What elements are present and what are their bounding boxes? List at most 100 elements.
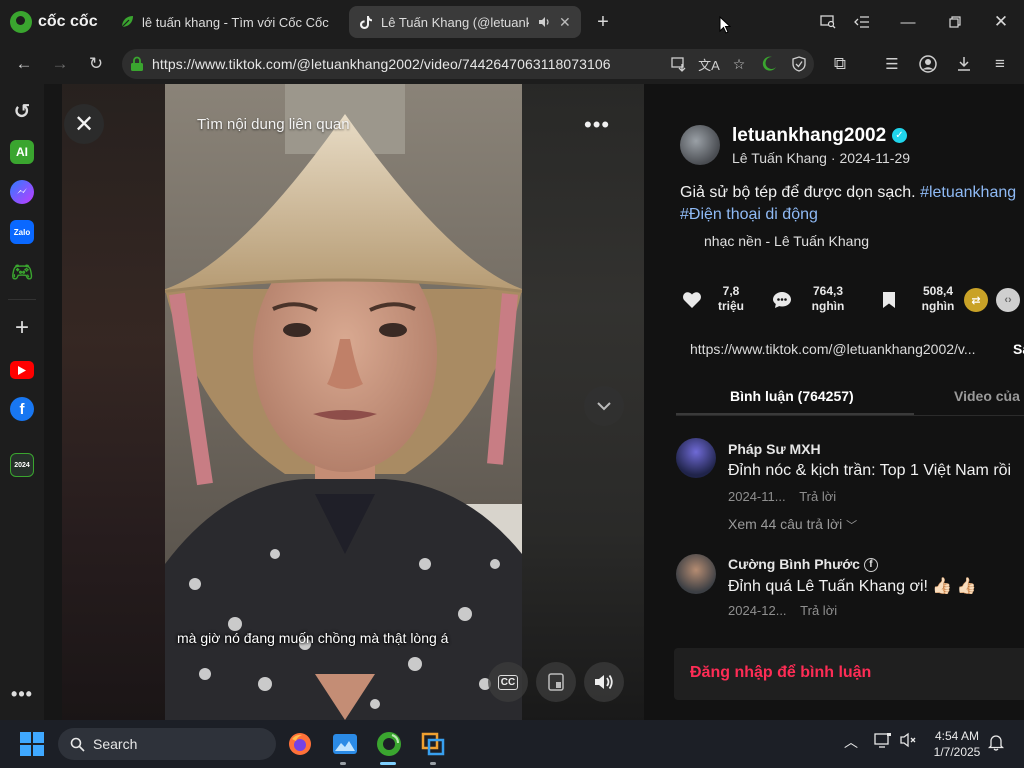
mouse-cursor-icon	[719, 16, 731, 34]
tab-list-button[interactable]	[848, 8, 876, 36]
search-icon	[68, 735, 86, 753]
remote-desktop-icon[interactable]	[419, 730, 447, 758]
chevron-down-icon: ﹀	[846, 520, 858, 532]
coccoc-2024-icon[interactable]: 2024	[10, 453, 34, 477]
author-display-name[interactable]: Lê Tuấn Khang	[732, 150, 827, 166]
ai-assistant-icon[interactable]: AI	[10, 140, 34, 164]
gamepad-icon[interactable]: 🎮︎	[10, 260, 34, 284]
captions-button[interactable]: CC	[488, 662, 528, 702]
tab-comments[interactable]: Bình luận (764257)	[730, 388, 854, 404]
show-hidden-icons-button[interactable]: ︿	[844, 732, 858, 752]
copy-link-button[interactable]: Sa	[1013, 341, 1024, 357]
author-username[interactable]: letuankhang2002	[732, 125, 886, 147]
view-replies-button[interactable]: Xem 44 câu trả lời ﹀	[728, 516, 857, 533]
profile-button[interactable]	[914, 50, 942, 78]
video-player[interactable]: Tìm nội dung liên quan mà giờ nó đang mu…	[165, 84, 522, 720]
verified-badge-icon: ✓	[892, 128, 907, 143]
video-info-panel: letuankhang2002 ✓ Lê Tuấn Khang · 2024-1…	[644, 84, 1024, 720]
tab-tiktok-video[interactable]: Lê Tuấn Khang (@letuank ✕	[349, 6, 581, 38]
add-sidebar-item-icon[interactable]: +	[10, 314, 34, 341]
browser-tab-strip: cốc cốc lê tuấn khang - Tìm với Cốc Cốc …	[0, 0, 1024, 44]
taskbar-search[interactable]: Search	[58, 728, 276, 760]
taskbar-clock[interactable]: 4:54 AM 1/7/2025	[926, 728, 988, 760]
hashtag-link[interactable]: #letuankhang	[920, 184, 1016, 201]
hashtag-link[interactable]: #Điện thoại di động	[680, 206, 818, 223]
reply-button[interactable]: Trả lời	[799, 489, 836, 504]
close-video-button[interactable]: ✕	[64, 104, 104, 144]
messenger-icon[interactable]	[10, 180, 34, 204]
login-prompt[interactable]: Đăng nhập để bình luận	[690, 664, 871, 682]
network-icon[interactable]	[874, 732, 892, 751]
more-options-icon[interactable]: •••	[10, 682, 34, 706]
forward-button[interactable]: →	[46, 50, 74, 78]
speaker-icon[interactable]	[537, 15, 551, 29]
pip-icon	[548, 673, 564, 691]
reply-button[interactable]: Trả lời	[800, 603, 837, 618]
youtube-icon[interactable]	[10, 361, 34, 379]
new-tab-button[interactable]: +	[589, 8, 617, 36]
maximize-button[interactable]	[941, 8, 969, 36]
view-replies-label: Xem 44 câu trả lời	[728, 516, 843, 532]
dark-mode-moon-icon[interactable]	[758, 53, 780, 75]
minimize-button[interactable]: —	[894, 8, 922, 36]
screenshot-button[interactable]	[814, 8, 842, 36]
comment-author[interactable]: Cường Bình Phước f	[728, 556, 878, 573]
login-to-comment-bar[interactable]: Đăng nhập để bình luận	[674, 648, 1024, 700]
related-search-hint[interactable]: Tìm nội dung liên quan	[197, 116, 350, 133]
more-options-button[interactable]: •••	[584, 112, 610, 138]
next-video-button[interactable]	[584, 386, 624, 426]
tab-search-result[interactable]: lê tuấn khang - Tìm với Cốc Cốc	[110, 6, 340, 38]
playlist-icon: ☰	[885, 56, 899, 73]
close-icon: ✕	[73, 110, 95, 138]
comment-avatar[interactable]	[676, 438, 716, 478]
photos-app-icon[interactable]	[331, 730, 359, 758]
music-link[interactable]: nhạc nền - Lê Tuấn Khang	[704, 233, 869, 249]
downloads-button[interactable]	[950, 50, 978, 78]
comment-bubble-icon	[773, 292, 791, 308]
facebook-friend-icon: f	[863, 558, 878, 573]
more-dots-icon: •••	[584, 112, 611, 137]
coccoc-browser-taskbar-icon[interactable]	[375, 730, 403, 758]
star-icon[interactable]: ☆	[728, 53, 750, 75]
coccoc-logo[interactable]: cốc cốc	[10, 10, 98, 34]
volume-button[interactable]	[584, 662, 624, 702]
menu-button[interactable]: ≡	[986, 50, 1014, 78]
reload-button[interactable]: ↻	[82, 50, 110, 78]
translate-icon[interactable]: 文A	[698, 53, 720, 75]
clock-time: 4:54 AM	[934, 729, 980, 743]
extensions-button[interactable]: ⧉	[826, 50, 854, 78]
shield-icon[interactable]	[788, 53, 810, 75]
comment-count-unit: nghìn	[811, 299, 845, 313]
address-bar[interactable]: https://www.tiktok.com/@letuankhang2002/…	[122, 49, 814, 79]
url-text: https://www.tiktok.com/@letuankhang2002/…	[152, 56, 611, 72]
volume-muted-icon[interactable]	[900, 732, 918, 751]
close-window-button[interactable]: ✕	[987, 8, 1015, 36]
author-avatar[interactable]	[680, 125, 720, 165]
video-subtitle: mà giờ nó đang muốn chồng mà thật lòng á	[177, 630, 449, 646]
windows-start-icon[interactable]	[20, 732, 44, 756]
comment-button[interactable]	[771, 289, 793, 311]
heart-icon	[683, 292, 701, 308]
history-icon[interactable]: ↺	[10, 99, 34, 123]
install-app-icon[interactable]	[668, 53, 690, 75]
media-control-button[interactable]: ☰	[878, 50, 906, 78]
comment-author[interactable]: Pháp Sư MXH	[728, 441, 821, 457]
save-button[interactable]	[878, 289, 900, 311]
notifications-icon[interactable]	[987, 733, 1005, 754]
repost-icon[interactable]: ⇄	[964, 288, 988, 312]
embed-icon[interactable]: ‹›	[996, 288, 1020, 312]
close-tab-icon[interactable]: ✕	[559, 14, 571, 31]
back-button[interactable]: ←	[10, 50, 38, 78]
tabs-divider	[676, 415, 1024, 416]
active-tab-indicator	[676, 413, 914, 415]
firefox-icon[interactable]	[286, 730, 314, 758]
facebook-icon[interactable]: f	[10, 397, 34, 421]
download-icon	[958, 57, 970, 71]
running-app-indicator	[340, 762, 346, 765]
like-button[interactable]	[681, 289, 703, 311]
comment-count-value: 764,3	[812, 284, 844, 298]
floating-player-button[interactable]	[536, 662, 576, 702]
comment-avatar[interactable]	[676, 554, 716, 594]
zalo-icon[interactable]: Zalo	[10, 220, 34, 244]
tab-creator-videos[interactable]: Video của n	[954, 388, 1024, 404]
